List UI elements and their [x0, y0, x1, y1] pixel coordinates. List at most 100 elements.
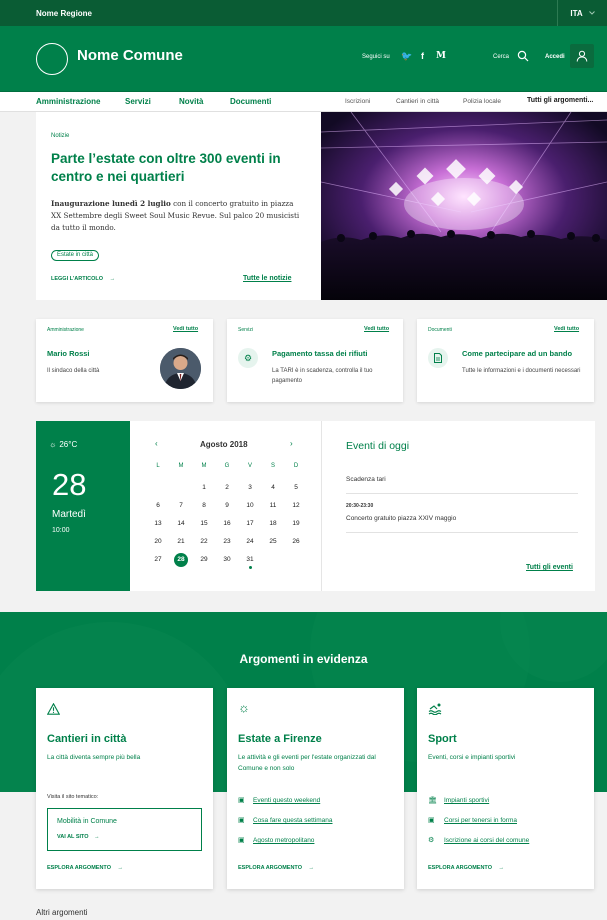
calendar-day[interactable]: 24: [243, 538, 257, 545]
topic-subtitle: Le attività e gli eventi per l'estate or…: [238, 754, 376, 772]
card-subtitle: Il sindaco della città: [47, 368, 100, 374]
site-title[interactable]: Nome Comune: [77, 47, 183, 64]
calendar-day[interactable]: 7: [174, 502, 188, 509]
event-marker: [248, 566, 252, 569]
calendar-day[interactable]: 1: [197, 484, 211, 491]
card-see-all-link[interactable]: Vedi tutto: [554, 326, 579, 332]
facebook-icon[interactable]: f: [421, 51, 424, 61]
explore-topic-link[interactable]: ESPLORA ARGOMENTO →: [47, 865, 123, 871]
calendar-weekday: S: [270, 463, 275, 469]
calendar-weekday: G: [224, 463, 230, 469]
login-label[interactable]: Accedi: [545, 54, 565, 60]
calendar-day[interactable]: 25: [266, 538, 280, 545]
topic-link[interactable]: Iscrizione ai corsi del comune: [444, 837, 529, 844]
topic-link[interactable]: Impianti sportivi: [444, 797, 489, 804]
search-icon[interactable]: [517, 50, 529, 62]
weather-panel: ☼ 26°C 28 Martedì 10:00: [36, 421, 130, 591]
calendar-day[interactable]: 10: [243, 502, 257, 509]
calendar-day[interactable]: 18: [266, 520, 280, 527]
search-label[interactable]: Cerca: [493, 54, 509, 60]
card-see-all-link[interactable]: Vedi tutto: [173, 326, 198, 332]
twitter-icon[interactable]: 🐦: [401, 51, 412, 62]
card-title[interactable]: Come partecipare ad un bando: [462, 349, 587, 358]
nav-item-servizi[interactable]: Servizi: [125, 97, 151, 106]
sun-icon: ☼: [49, 440, 57, 449]
gear-icon: ⚙: [243, 352, 253, 363]
chevron-right-icon[interactable]: ›: [290, 439, 293, 448]
all-events-link[interactable]: Tutti gli eventi: [526, 564, 573, 571]
calendar-day[interactable]: 6: [151, 502, 165, 509]
card-title[interactable]: Pagamento tassa dei rifiuti: [272, 349, 397, 358]
calendar-day[interactable]: 26: [289, 538, 303, 545]
topic-link[interactable]: Corsi per tenersi in forma: [444, 817, 517, 824]
read-article-link[interactable]: LEGGI L'ARTICOLO →: [51, 276, 115, 282]
login-button[interactable]: [570, 44, 594, 68]
follow-label: Seguici su: [362, 54, 390, 60]
calendar-weekday: M: [201, 463, 207, 469]
nav-item-documenti[interactable]: Documenti: [230, 97, 271, 106]
calendar-day[interactable]: 11: [266, 502, 280, 509]
calendar-day[interactable]: 4: [266, 484, 280, 491]
calendar-day[interactable]: 12: [289, 502, 303, 509]
calendar-month: Agosto 2018: [200, 440, 248, 449]
calendar-day[interactable]: 22: [197, 538, 211, 545]
card-title[interactable]: Mario Rossi: [47, 349, 90, 358]
calendar-day[interactable]: 15: [197, 520, 211, 527]
explore-topic-link[interactable]: ESPLORA ARGOMENTO →: [428, 865, 504, 871]
calendar-day[interactable]: 13: [151, 520, 165, 527]
calendar-day[interactable]: 2: [220, 484, 234, 491]
calendar-day[interactable]: 30: [220, 556, 234, 563]
language-label: ITA: [570, 8, 583, 18]
visit-site-link[interactable]: VAI AL SITO →: [57, 834, 100, 840]
medium-icon[interactable]: M: [436, 51, 446, 61]
hero-kicker[interactable]: Notizie: [51, 133, 69, 139]
calendar-day[interactable]: 17: [243, 520, 257, 527]
topic-chip[interactable]: Estate in città: [51, 250, 100, 261]
nav-item-cantieri[interactable]: Cantieri in città: [396, 98, 439, 105]
region-link[interactable]: Nome Regione: [36, 9, 92, 18]
calendar-day[interactable]: 3: [243, 484, 257, 491]
calendar-day[interactable]: 23: [220, 538, 234, 545]
nav-item-tutti-argomenti[interactable]: Tutti gli argomenti...: [527, 97, 593, 104]
topic-title[interactable]: Cantieri in città: [47, 733, 126, 745]
event-name[interactable]: Concerto gratuito piazza XXIV maggio: [346, 515, 456, 522]
thematic-site-box[interactable]: Mobilità in Comune VAI AL SITO →: [47, 808, 202, 851]
calendar-icon: ▣: [428, 817, 435, 824]
event-time: 20:30-23:30: [346, 503, 374, 509]
language-selector[interactable]: ITA: [557, 0, 607, 26]
calendar-day[interactable]: 8: [197, 502, 211, 509]
calendar-day[interactable]: 19: [289, 520, 303, 527]
calendar-day[interactable]: 14: [174, 520, 188, 527]
hero-title[interactable]: Parte l’estate con oltre 300 eventi in c…: [51, 150, 313, 186]
event-name[interactable]: Scadenza tari: [346, 476, 386, 483]
chevron-left-icon[interactable]: ‹: [155, 439, 158, 448]
topic-card-cantieri: [36, 688, 213, 889]
nav-item-novita[interactable]: Novità: [179, 97, 203, 106]
events-title: Eventi di oggi: [346, 440, 410, 452]
calendar-day[interactable]: 9: [220, 502, 234, 509]
calendar-day[interactable]: 16: [220, 520, 234, 527]
topic-link[interactable]: Cosa fare questa settimana: [253, 817, 333, 824]
nav-item-polizia[interactable]: Polizia locale: [463, 98, 501, 105]
calendar-day[interactable]: 28: [174, 553, 188, 567]
topic-title[interactable]: Estate a Firenze: [238, 733, 322, 745]
calendar-day[interactable]: 5: [289, 484, 303, 491]
calendar-day[interactable]: 29: [197, 556, 211, 563]
calendar-day[interactable]: 31: [243, 556, 257, 563]
topic-link[interactable]: Agosto metropolitano: [253, 837, 314, 844]
logo[interactable]: [36, 43, 68, 75]
explore-topic-label: ESPLORA ARGOMENTO: [47, 865, 111, 871]
calendar-day[interactable]: 20: [151, 538, 165, 545]
main-navigation: Amministrazione Servizi Novità Documenti…: [0, 92, 607, 112]
all-news-link[interactable]: Tutte le notizie: [243, 275, 291, 282]
explore-topic-link[interactable]: ESPLORA ARGOMENTO →: [238, 865, 314, 871]
temperature-value: 26°C: [59, 440, 78, 449]
nav-item-amministrazione[interactable]: Amministrazione: [36, 97, 100, 106]
nav-item-iscrizioni[interactable]: Iscrizioni: [345, 98, 370, 105]
read-article-label: LEGGI L'ARTICOLO: [51, 276, 104, 282]
calendar-day[interactable]: 21: [174, 538, 188, 545]
topic-title[interactable]: Sport: [428, 733, 457, 745]
calendar-day[interactable]: 27: [151, 556, 165, 563]
topic-link[interactable]: Eventi questo weekend: [253, 797, 320, 804]
card-see-all-link[interactable]: Vedi tutto: [364, 326, 389, 332]
